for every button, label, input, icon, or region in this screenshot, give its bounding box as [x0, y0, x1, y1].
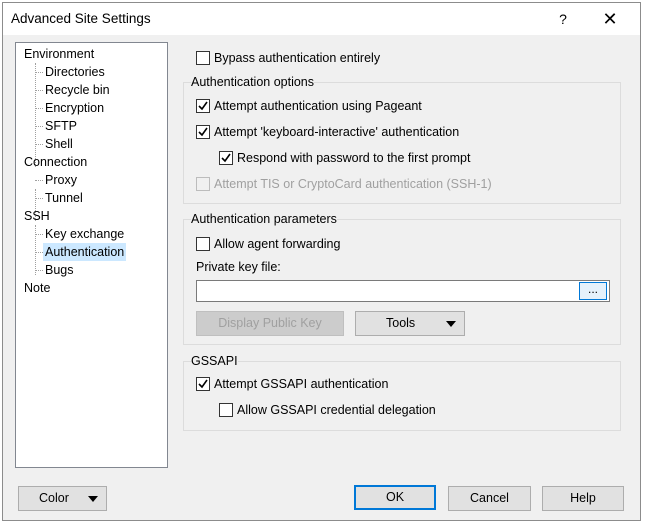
tree-connector: [35, 63, 36, 167]
tools-label: Tools: [386, 316, 416, 330]
window-title: Advanced Site Settings: [11, 11, 151, 26]
help-icon[interactable]: ?: [551, 7, 575, 31]
tools-dropdown-button[interactable]: Tools: [355, 311, 465, 336]
gssapi-delegation-label: Allow GSSAPI credential delegation: [237, 403, 436, 417]
tree-item-bugs[interactable]: Bugs: [43, 261, 76, 279]
tree-connector: [35, 108, 43, 109]
respond-password-label: Respond with password to the first promp…: [237, 151, 471, 165]
agent-forwarding-label: Allow agent forwarding: [214, 237, 341, 251]
settings-tree[interactable]: Environment Directories Recycle bin Encr…: [15, 42, 168, 468]
tree-connector: [35, 234, 43, 235]
gssapi-attempt-label: Attempt GSSAPI authentication: [214, 377, 389, 391]
checkbox-box: [196, 177, 210, 191]
color-label: Color: [39, 491, 69, 505]
checkbox-box[interactable]: [196, 99, 210, 113]
authentication-parameters-title: Authentication parameters: [191, 212, 337, 226]
tis-cryptocard-checkbox: Attempt TIS or CryptoCard authentication…: [196, 176, 536, 194]
checkbox-box[interactable]: [196, 377, 210, 391]
cancel-button[interactable]: Cancel: [448, 486, 531, 511]
tree-item-tunnel[interactable]: Tunnel: [43, 189, 85, 207]
close-icon[interactable]: ✕: [598, 7, 622, 31]
tree-item-encryption[interactable]: Encryption: [43, 99, 106, 117]
tree-item-directories[interactable]: Directories: [43, 63, 107, 81]
title-bar: Advanced Site Settings ? ✕: [3, 3, 640, 35]
keyboard-interactive-checkbox[interactable]: Attempt 'keyboard-interactive' authentic…: [196, 124, 536, 142]
tree-connector: [35, 126, 43, 127]
bypass-authentication-checkbox[interactable]: Bypass authentication entirely: [196, 50, 496, 68]
tree-item-ssh[interactable]: SSH: [22, 207, 52, 225]
checkbox-box[interactable]: [219, 151, 233, 165]
checkbox-box[interactable]: [196, 51, 210, 65]
authentication-options-title: Authentication options: [191, 75, 315, 89]
tree-item-recycle-bin[interactable]: Recycle bin: [43, 81, 112, 99]
ok-button[interactable]: OK: [354, 485, 436, 510]
check-icon: [221, 153, 231, 163]
gssapi-attempt-checkbox[interactable]: Attempt GSSAPI authentication: [196, 376, 496, 394]
tis-cryptocard-label: Attempt TIS or CryptoCard authentication…: [214, 177, 492, 191]
pageant-label: Attempt authentication using Pageant: [214, 99, 422, 113]
checkbox-box[interactable]: [196, 125, 210, 139]
browse-key-button[interactable]: ...: [579, 282, 607, 300]
check-icon: [198, 127, 208, 137]
tree-connector: [35, 252, 43, 253]
checkbox-box[interactable]: [219, 403, 233, 417]
private-key-input[interactable]: [196, 280, 610, 302]
dropdown-arrow-icon: [88, 496, 98, 502]
display-public-key-button: Display Public Key: [196, 311, 344, 336]
agent-forwarding-checkbox[interactable]: Allow agent forwarding: [196, 236, 496, 254]
tree-item-environment[interactable]: Environment: [22, 45, 96, 63]
color-dropdown-button[interactable]: Color: [18, 486, 107, 511]
respond-password-checkbox[interactable]: Respond with password to the first promp…: [219, 150, 559, 168]
bypass-authentication-label: Bypass authentication entirely: [214, 51, 381, 65]
pageant-checkbox[interactable]: Attempt authentication using Pageant: [196, 98, 536, 116]
tree-item-shell[interactable]: Shell: [43, 135, 75, 153]
tree-item-key-exchange[interactable]: Key exchange: [43, 225, 126, 243]
gssapi-group: [183, 361, 621, 431]
tree-item-note[interactable]: Note: [22, 279, 52, 297]
tree-connector: [35, 270, 43, 271]
tree-item-sftp[interactable]: SFTP: [43, 117, 79, 135]
check-icon: [198, 379, 208, 389]
tree-connector: [35, 180, 43, 181]
tree-connector: [35, 144, 43, 145]
tree-connector: [35, 225, 36, 275]
dropdown-arrow-icon: [446, 321, 456, 327]
tree-connector: [35, 198, 43, 199]
gssapi-title: GSSAPI: [191, 354, 238, 368]
keyboard-interactive-label: Attempt 'keyboard-interactive' authentic…: [214, 125, 460, 139]
tree-item-connection[interactable]: Connection: [22, 153, 89, 171]
tree-item-proxy[interactable]: Proxy: [43, 171, 79, 189]
tree-connector: [35, 72, 43, 73]
tree-item-authentication[interactable]: Authentication: [43, 243, 127, 261]
tree-connector: [35, 90, 43, 91]
help-button[interactable]: Help: [542, 486, 624, 511]
gssapi-delegation-checkbox[interactable]: Allow GSSAPI credential delegation: [219, 402, 519, 420]
checkbox-box[interactable]: [196, 237, 210, 251]
check-icon: [198, 101, 208, 111]
private-key-label: Private key file:: [196, 260, 281, 274]
